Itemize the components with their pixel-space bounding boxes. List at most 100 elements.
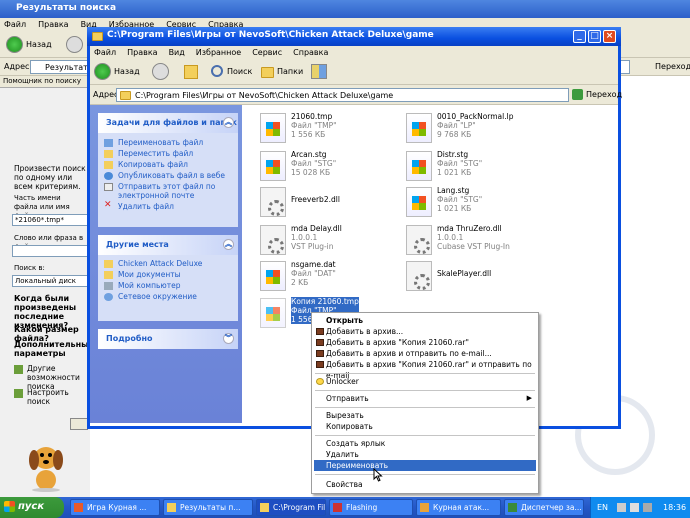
task-flashing[interactable]: Flashing: [329, 499, 413, 516]
go-button[interactable]: Переход: [655, 62, 690, 71]
maximize-button[interactable]: □: [588, 30, 601, 43]
menu-edit[interactable]: Правка: [38, 20, 68, 29]
menu-edit[interactable]: Правка: [127, 48, 157, 57]
go-button[interactable]: Переход: [586, 90, 622, 99]
menu-create-shortcut[interactable]: Создать ярлык: [314, 438, 536, 449]
folder-icon: [104, 260, 113, 268]
place-my-documents[interactable]: Мои документы: [98, 269, 238, 280]
game-icon: [74, 503, 83, 512]
system-tray: EN 18:36: [590, 497, 690, 518]
place-my-computer[interactable]: Мой компьютер: [98, 280, 238, 291]
network-icon: [104, 293, 113, 301]
menu-open[interactable]: Открыть: [314, 315, 536, 326]
menu-add-rar[interactable]: Добавить в архив "Копия 21060.rar": [314, 337, 536, 348]
address-field[interactable]: C:\Program Files\Игры от NevoSoft\Chicke…: [116, 88, 569, 102]
search-dog-icon[interactable]: [24, 440, 70, 492]
views-icon[interactable]: [311, 64, 327, 79]
task-explorer[interactable]: C:\Program File...: [256, 499, 326, 516]
explorer-toolbar: Назад Поиск Папки: [90, 59, 618, 85]
expand-icon[interactable]: ︾: [223, 333, 234, 344]
back-button-label[interactable]: Назад: [26, 40, 52, 49]
task-game[interactable]: Игра Курная ...: [70, 499, 160, 516]
other-places-header[interactable]: Другие места ︽: [98, 235, 238, 255]
explorer-address-bar: Адрес: C:\Program Files\Игры от NevoSoft…: [90, 85, 622, 105]
details-header[interactable]: Подробно ︾: [98, 329, 238, 349]
search-icon: [211, 65, 223, 77]
file-item[interactable]: Lang.stg Файл "STG" 1 021 КБ: [406, 183, 581, 221]
menu-cut[interactable]: Вырезать: [314, 410, 536, 421]
back-arrow-icon[interactable]: [6, 36, 23, 53]
flash-icon: [333, 503, 342, 512]
task-manager[interactable]: Диспетчер за...: [504, 499, 584, 516]
menu-delete[interactable]: Удалить: [314, 449, 536, 460]
other-places-panel: Другие места ︽ Chicken Attack Deluxe Мои …: [98, 235, 238, 321]
file-tasks-panel: Задачи для файлов и папок ︽ Переименовать…: [98, 113, 238, 227]
clock[interactable]: 18:36: [663, 503, 686, 512]
back-arrow-icon[interactable]: [94, 63, 111, 80]
language-indicator[interactable]: EN: [597, 503, 608, 512]
dll-icon: [260, 187, 286, 217]
task-copy[interactable]: Копировать файл: [98, 159, 238, 170]
tray-icon[interactable]: [643, 503, 652, 512]
file-item[interactable]: mda ThruZero.dll 1.0.0.1 Cubase VST Plug-I…: [406, 221, 581, 259]
forward-arrow-icon[interactable]: [152, 63, 169, 80]
back-button[interactable]: Назад: [114, 67, 140, 76]
file-item[interactable]: Distr.stg Файл "STG" 1 021 КБ: [406, 147, 581, 185]
filename-input[interactable]: *21060*.tmp*: [12, 214, 88, 226]
collapse-icon[interactable]: ︽: [223, 117, 234, 128]
window-title-text: C:\Program Files\Игры от NevoSoft\Chicke…: [107, 30, 434, 40]
tray-icon[interactable]: [617, 503, 626, 512]
chicken-icon: [420, 503, 429, 512]
file-item[interactable]: SkalePlayer.dll: [406, 257, 581, 295]
start-button[interactable]: пуск: [0, 497, 64, 518]
menu-view[interactable]: Вид: [169, 48, 185, 57]
go-arrow-icon[interactable]: [572, 89, 583, 100]
file-tasks-header[interactable]: Задачи для файлов и папок ︽: [98, 113, 238, 133]
menu-help[interactable]: Справка: [293, 48, 328, 57]
search-button[interactable]: [70, 418, 88, 430]
search-button[interactable]: Поиск: [227, 67, 252, 76]
menu-properties[interactable]: Свойства: [314, 479, 536, 490]
menu-file[interactable]: Файл: [94, 48, 116, 57]
extra-label[interactable]: Дополнительные параметры: [14, 340, 94, 358]
minimize-button[interactable]: _: [573, 30, 586, 43]
folders-icon: [261, 67, 274, 78]
folder-icon: [260, 503, 269, 512]
task-chicken-game[interactable]: Курная атак...: [416, 499, 501, 516]
task-move[interactable]: Переместить файл: [98, 148, 238, 159]
menu-add-email[interactable]: Добавить в архив и отправить по e-mail..…: [314, 348, 536, 359]
speaker-icon[interactable]: [630, 503, 639, 512]
place-chicken-attack[interactable]: Chicken Attack Deluxe: [98, 258, 238, 269]
customize-search-link[interactable]: Настроить поиск: [14, 388, 88, 406]
explorer-title[interactable]: C:\Program Files\Игры от NevoSoft\Chicke…: [87, 27, 621, 46]
menu-add-rar-email[interactable]: Добавить в архив "Копия 21060.rar" и отп…: [314, 359, 536, 380]
collapse-icon[interactable]: ︽: [223, 239, 234, 250]
menu-send-to[interactable]: Отправить ▶: [314, 393, 536, 404]
menu-add-archive[interactable]: Добавить в архив...: [314, 326, 536, 337]
menu-copy[interactable]: Копировать: [314, 421, 536, 432]
task-rename[interactable]: Переименовать файл: [98, 137, 238, 148]
file-icon: [406, 151, 432, 181]
task-delete[interactable]: ✕ Удалить файл: [98, 201, 238, 212]
menu-favorites[interactable]: Избранное: [196, 48, 241, 57]
other-search-link[interactable]: Другие возможности поиска: [14, 364, 88, 391]
close-button[interactable]: ×: [603, 30, 616, 43]
forward-arrow-icon[interactable]: [66, 36, 83, 53]
task-email[interactable]: Отправить этот файл по электронной почте: [98, 181, 238, 201]
folders-button[interactable]: Папки: [277, 67, 303, 76]
address-value: C:\Program Files\Игры от NevoSoft\Chicke…: [135, 91, 394, 100]
file-item[interactable]: 0010_PackNormal.lp Файл "LP" 9 768 КБ: [406, 109, 581, 147]
menu-tools[interactable]: Сервис: [252, 48, 282, 57]
file-icon: [406, 113, 432, 143]
up-folder-icon[interactable]: [184, 65, 198, 79]
word-input[interactable]: [12, 245, 88, 257]
task-publish[interactable]: Опубликовать файл в вебе: [98, 170, 238, 181]
menu-rename[interactable]: Переименовать: [314, 460, 536, 471]
location-select[interactable]: Локальный диск: [12, 275, 88, 287]
menu-unlocker[interactable]: Unlocker: [314, 376, 536, 387]
search-helper-tab[interactable]: Помощник по поиску: [0, 76, 90, 88]
task-search-results[interactable]: Результаты п...: [163, 499, 253, 516]
submenu-arrow-icon: ▶: [526, 394, 532, 402]
place-network[interactable]: Сетевое окружение: [98, 291, 238, 302]
menu-file[interactable]: Файл: [4, 20, 26, 29]
